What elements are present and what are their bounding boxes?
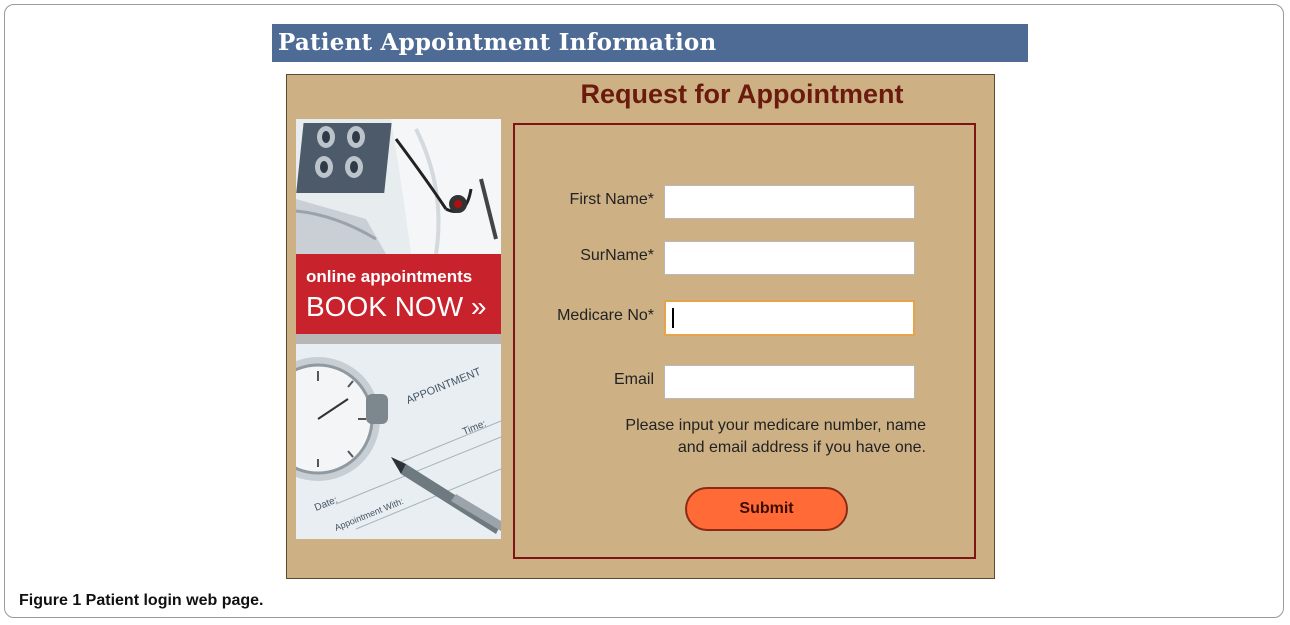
email-label: Email — [613, 371, 654, 388]
help-text-line2: and email address if you have one. — [677, 439, 926, 456]
book-now-banner: online appointments BOOK NOW » — [296, 254, 501, 344]
first-name-input[interactable] — [664, 185, 915, 219]
promo-image: online appointments BOOK NOW » APPOINTME… — [296, 119, 501, 539]
submit-button[interactable]: Submit — [685, 487, 848, 531]
medicare-input[interactable] — [664, 300, 915, 336]
email-input[interactable] — [664, 365, 915, 399]
title-bar: Patient Appointment Information — [272, 24, 1028, 62]
banner-line2: BOOK NOW » — [306, 291, 486, 322]
first-name-label: First Name* — [569, 191, 654, 208]
caption-label: Figure 1 — [19, 592, 82, 609]
surname-input[interactable] — [664, 241, 915, 275]
surname-label: SurName* — [580, 247, 654, 264]
figure-caption: Figure 1 Patient login web page. — [19, 592, 263, 610]
medicare-label: Medicare No* — [557, 307, 654, 324]
caption-text: Patient login web page. — [81, 592, 264, 609]
panel-heading: Request for Appointment — [580, 79, 904, 109]
appointment-form: First Name* SurName* Medicare No* Email … — [513, 123, 976, 559]
banner-line1: online appointments — [306, 267, 472, 286]
text-caret — [672, 308, 674, 328]
appointment-card-photo: APPOINTMENT Time: Date: Appointment With… — [296, 344, 501, 539]
appointment-panel: Request for Appointment online appointme… — [286, 74, 995, 579]
medical-photo — [296, 119, 501, 255]
help-text-line1: Please input your medicare number, name — [625, 417, 926, 434]
help-text: Please input your medicare number, name … — [625, 415, 926, 459]
page-title: Patient Appointment Information — [278, 29, 717, 56]
